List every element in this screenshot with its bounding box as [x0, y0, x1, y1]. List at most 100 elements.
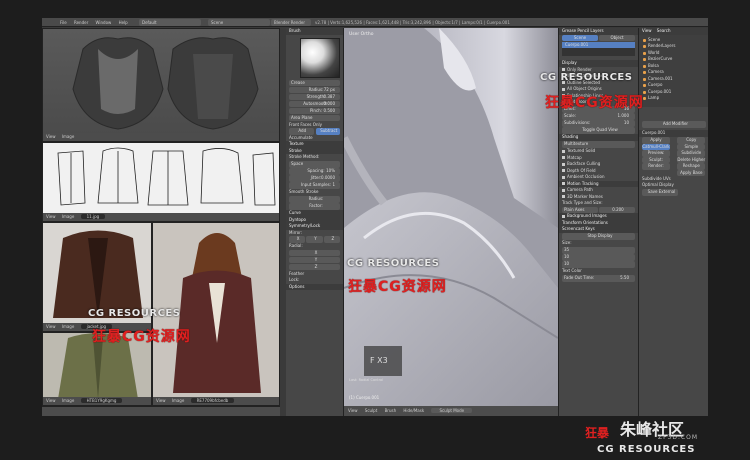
ref4-header: View Image RE7709bfcbedb: [153, 397, 279, 405]
jitter-label: Jitter:: [310, 175, 322, 180]
strength-label: Strength:: [306, 93, 326, 99]
radius-value: 72 px: [323, 86, 335, 92]
scene-selector[interactable]: Scene: [208, 19, 270, 26]
shading-mode-selector[interactable]: Multitexture: [562, 141, 635, 148]
view-menu[interactable]: View: [46, 134, 56, 139]
strength-value: 0.387: [323, 93, 335, 99]
watermark-cn-bottom: 狂暴: [585, 426, 610, 440]
screencast-offset-x[interactable]: 10: [562, 254, 635, 261]
watermark-cn: 狂暴CG资源网: [92, 329, 191, 345]
spacing-field[interactable]: Spacing: 10%: [289, 168, 340, 175]
spacing-value: 10%: [326, 168, 335, 173]
jitter-field[interactable]: Jitter: 0.0000: [289, 175, 340, 182]
image-menu[interactable]: Image: [62, 134, 75, 139]
subdivisions-field[interactable]: Subdivisions: 10: [562, 120, 635, 127]
3d-viewport[interactable]: User Ortho F X3 Last: Radial Control (1)…: [344, 28, 558, 406]
scale-field[interactable]: Scale: 1.000: [562, 113, 635, 120]
radial-y[interactable]: Y: [289, 256, 340, 263]
smooth-stroke-toggle[interactable]: Smooth Stroke: [286, 189, 343, 196]
image-menu[interactable]: Image: [62, 214, 75, 219]
pinch-field[interactable]: Pinch: 0.500: [289, 107, 340, 114]
properties-tabs[interactable]: [639, 107, 708, 121]
menu-help[interactable]: Help: [119, 18, 128, 26]
top-menu-bar: File Render Window Help Default Scene Bl…: [42, 18, 708, 27]
scene-tab[interactable]: Scene: [562, 34, 598, 41]
menu-render[interactable]: Render: [74, 18, 88, 26]
radius-field[interactable]: Radius: 72 px: [289, 86, 340, 93]
stroke-method-selector[interactable]: Space: [289, 161, 340, 168]
outliner-item[interactable]: Lamp: [639, 95, 708, 102]
reference-jacket-render[interactable]: View Image: [42, 28, 280, 142]
add-modifier-button[interactable]: Add Modifier: [642, 121, 706, 128]
outliner-view-menu[interactable]: View: [642, 28, 652, 33]
image-menu[interactable]: Image: [62, 324, 75, 329]
screencast-size-field[interactable]: 35: [562, 247, 635, 254]
input-samples-field[interactable]: Input Samples: 1: [289, 182, 340, 189]
watermark-en: CG RESOURCES: [347, 258, 440, 269]
gp-layer-item[interactable]: Cuerpo.001: [562, 42, 635, 48]
image-menu[interactable]: Image: [172, 398, 185, 403]
view-menu[interactable]: View: [46, 324, 56, 329]
image-menu[interactable]: Image: [62, 398, 75, 403]
render-engine-selector[interactable]: Blender Render: [271, 19, 311, 26]
radial-z[interactable]: Z: [289, 263, 340, 270]
smooth-radius-field[interactable]: Radius:: [289, 196, 340, 203]
view-menu[interactable]: View: [156, 398, 166, 403]
autosmooth-field[interactable]: Autosmooth: 0.000: [289, 100, 340, 107]
reference-sketch[interactable]: View Image 11.jpg: [42, 142, 280, 222]
subdivisions-label: Subdivisions:: [564, 120, 591, 125]
outliner-tree[interactable]: Scene RenderLayers World BezierCurve Bol…: [639, 34, 708, 107]
radius-label: Radius:: [308, 86, 324, 92]
properties-panel: Grease Pencil Layers Scene Object Cuerpo…: [558, 28, 638, 416]
layout-selector[interactable]: Default: [139, 19, 201, 26]
radial-x[interactable]: X: [289, 249, 340, 256]
strength-field[interactable]: Strength: 0.387: [289, 93, 340, 100]
brush-type-selector[interactable]: Crease: [289, 79, 340, 86]
save-external-button[interactable]: Save External: [642, 189, 678, 196]
outliner-header: View Search: [639, 28, 708, 35]
jacket-render-image: [72, 37, 259, 130]
outliner-search-menu[interactable]: Search: [657, 28, 671, 33]
gp-tabs: Scene Object: [559, 34, 638, 41]
gp-layer-list[interactable]: Cuerpo.001: [562, 42, 635, 56]
fade-out-field[interactable]: Fade Out Time: 5.50: [562, 275, 635, 282]
toggle-quad-view-button[interactable]: Toggle Quad View: [562, 127, 635, 134]
watermark-cn: 狂暴CG资源网: [348, 279, 447, 295]
view-menu[interactable]: View: [46, 398, 56, 403]
watermark-en: CG RESOURCES: [540, 72, 633, 83]
shading-section[interactable]: Shading: [559, 134, 638, 141]
smooth-factor-field[interactable]: Factor:: [289, 203, 340, 210]
image-name-field[interactable]: 11.jpg: [80, 214, 106, 219]
brush-preview[interactable]: [300, 37, 340, 78]
hide-mask-menu[interactable]: Hide/Mask: [403, 408, 424, 413]
fade-out-value: 5.50: [620, 275, 629, 280]
ref5-header: View Image HTB1Y9gKgmg: [43, 397, 151, 405]
stop-display-button[interactable]: Stop Display: [562, 233, 635, 240]
menu-window[interactable]: Window: [96, 18, 112, 26]
active-object-label: (1) Cuerpo.001: [349, 395, 380, 400]
ref2-header: View Image 11.jpg: [43, 213, 279, 221]
watermark-cn: 狂暴CG资源网: [545, 95, 644, 111]
area-plane-selector[interactable]: Area Plane: [289, 114, 340, 121]
view-menu[interactable]: View: [348, 408, 358, 413]
watermark-en-bottom: CG RESOURCES: [597, 444, 696, 455]
last-operator-panel[interactable]: F X3: [364, 346, 402, 376]
brush-menu[interactable]: Brush: [385, 408, 397, 413]
options-section[interactable]: Options: [286, 283, 343, 290]
object-tab[interactable]: Object: [599, 34, 635, 41]
screencast-keys-section[interactable]: Screencast Keys: [559, 226, 638, 233]
optimal-display-toggle[interactable]: Optimal Display: [639, 182, 708, 189]
sculpt-menu[interactable]: Sculpt: [365, 408, 378, 413]
image-name-field[interactable]: HTB1Y9gKgmg: [80, 398, 123, 403]
subdivisions-value: 10: [623, 120, 629, 125]
brush-section[interactable]: Brush: [286, 28, 343, 35]
watermark-en: CG RESOURCES: [88, 308, 181, 319]
menu-file[interactable]: File: [60, 18, 67, 26]
sketch-image: [57, 147, 276, 206]
view-menu[interactable]: View: [46, 214, 56, 219]
image-name-field[interactable]: RE7709bfcbedb: [190, 398, 235, 403]
text-color-label: Text Color: [562, 268, 582, 273]
zf3d-url: ZF3D.COM: [658, 434, 698, 441]
screencast-offset-y[interactable]: 10: [562, 261, 635, 268]
mode-selector[interactable]: Sculpt Mode: [431, 408, 473, 413]
